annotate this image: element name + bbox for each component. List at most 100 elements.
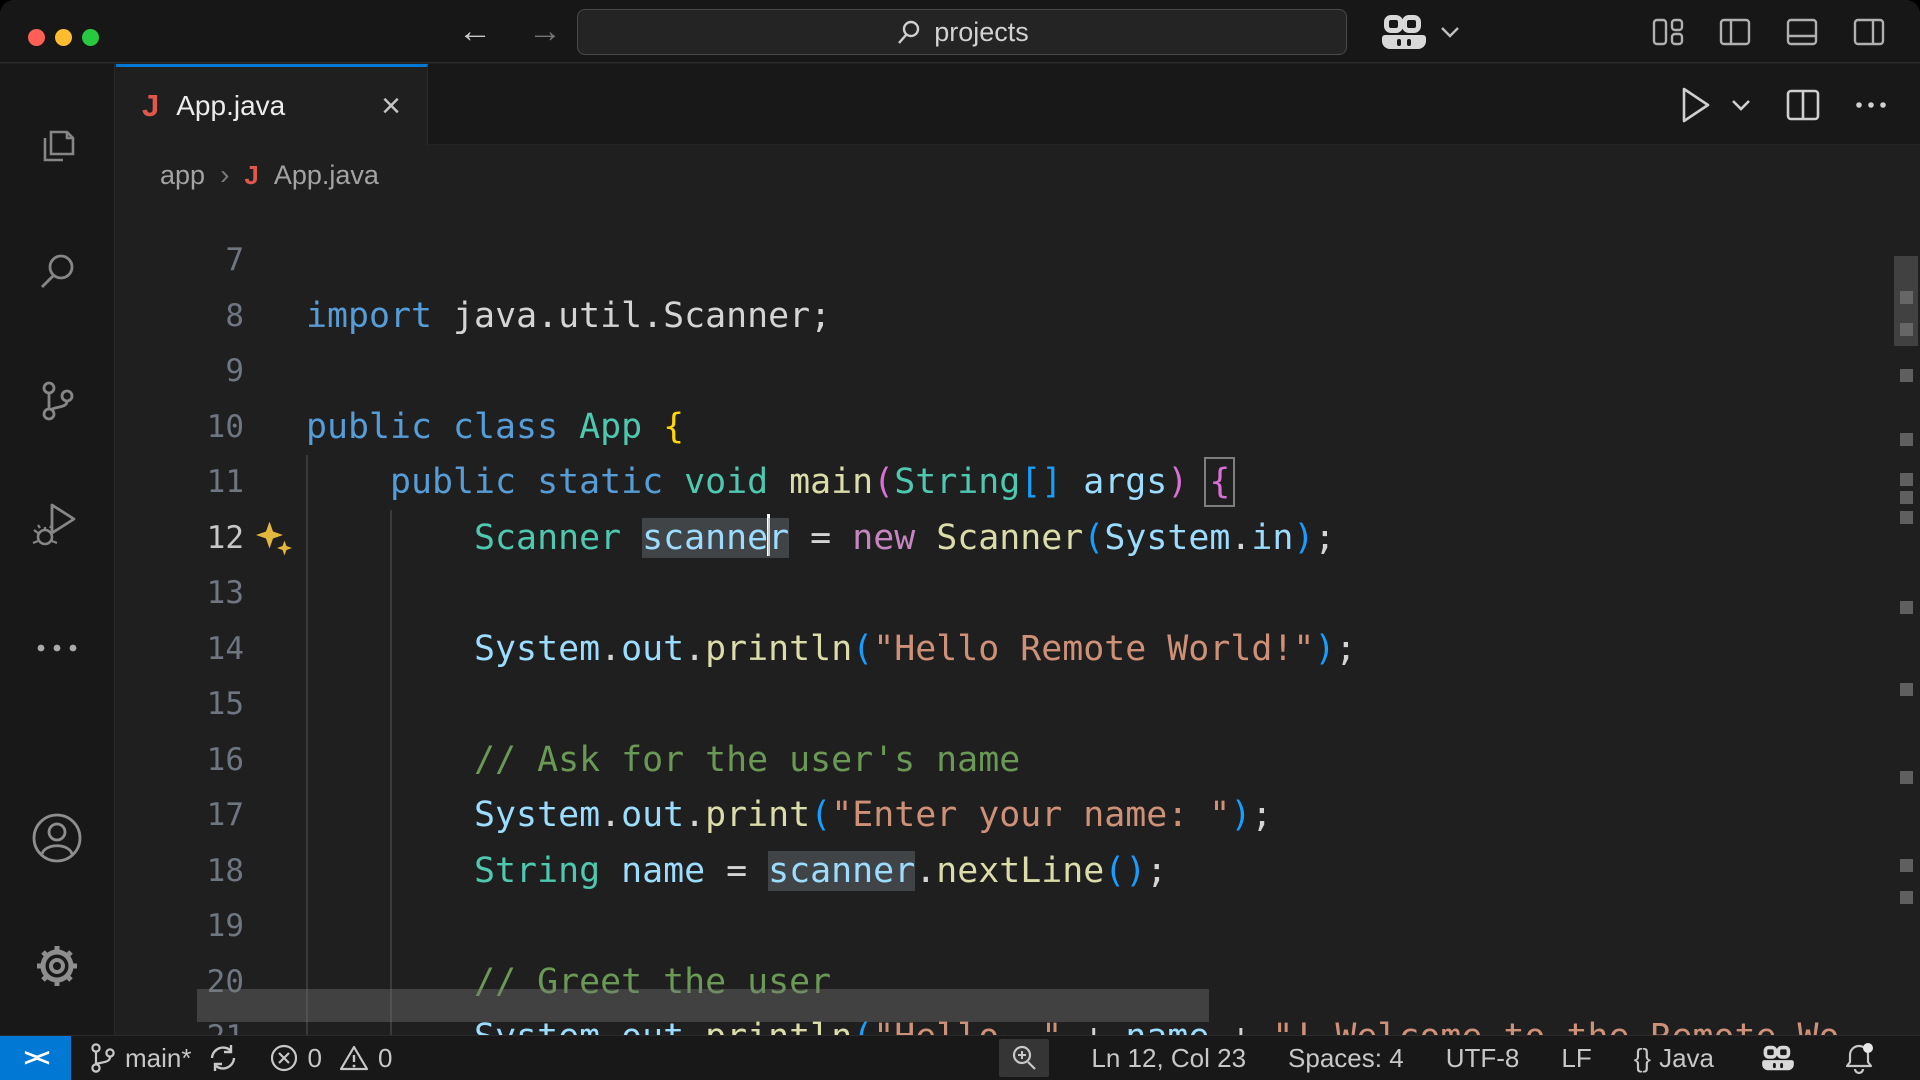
line-number[interactable]: 16 — [116, 733, 244, 789]
remote-indicator[interactable]: >< — [0, 1036, 71, 1080]
overview-ruler-mark — [1900, 433, 1913, 446]
java-file-icon: J — [142, 88, 159, 124]
line-number[interactable]: 14 — [116, 622, 244, 678]
source-control-icon[interactable] — [31, 374, 83, 426]
split-editor-icon[interactable] — [1784, 86, 1822, 124]
code-text: String name = scanner.nextLine(); — [306, 844, 1167, 900]
code-line[interactable]: 19 — [116, 899, 1920, 955]
code-line[interactable]: 18 String name = scanner.nextLine(); — [116, 844, 1920, 900]
breadcrumb-folder[interactable]: app — [160, 160, 205, 191]
code-line[interactable]: 14 System.out.println("Hello Remote Worl… — [116, 622, 1920, 678]
problems-status[interactable]: 0 0 — [269, 1043, 392, 1074]
overview-ruler-mark — [1900, 369, 1913, 382]
language-label: Java — [1659, 1043, 1714, 1074]
copilot-menu[interactable] — [1382, 15, 1460, 49]
language-status[interactable]: {} Java — [1634, 1043, 1714, 1074]
branch-label: main* — [125, 1043, 191, 1074]
code-text: public class App { — [306, 400, 684, 456]
cursor-position[interactable]: Ln 12, Col 23 — [1091, 1043, 1246, 1074]
close-window-button[interactable] — [28, 29, 45, 46]
line-number[interactable]: 17 — [116, 788, 244, 844]
code-line[interactable]: 16 // Ask for the user's name — [116, 733, 1920, 789]
code-line[interactable]: 7 — [116, 233, 1920, 289]
code-text: System.out.println("Hello Remote World!"… — [306, 622, 1356, 678]
line-number[interactable]: 11 — [116, 455, 244, 511]
warning-icon — [338, 1043, 370, 1073]
copilot-status-icon[interactable] — [1762, 1046, 1794, 1070]
breadcrumb-file[interactable]: App.java — [274, 160, 379, 191]
indentation-status[interactable]: Spaces: 4 — [1288, 1043, 1404, 1074]
search-sidebar-icon[interactable] — [31, 246, 83, 298]
code-text: System.out.print("Enter your name: "); — [306, 788, 1272, 844]
run-dropdown-chevron-icon[interactable] — [1730, 98, 1752, 112]
line-number[interactable]: 10 — [116, 400, 244, 456]
zoom-status[interactable] — [999, 1039, 1049, 1077]
sync-icon[interactable] — [207, 1042, 239, 1074]
copilot-icon — [1382, 15, 1426, 49]
warning-count: 0 — [378, 1043, 392, 1074]
explorer-icon[interactable] — [31, 120, 83, 172]
horizontal-scrollbar[interactable] — [197, 989, 1209, 1022]
code-line[interactable]: 13 — [116, 566, 1920, 622]
editor-actions — [1678, 64, 1920, 145]
accounts-icon[interactable] — [29, 810, 85, 866]
back-arrow-icon[interactable]: ← — [458, 12, 492, 50]
branch-status[interactable]: main* — [87, 1041, 191, 1075]
git-branch-icon — [87, 1041, 117, 1075]
copilot-sparkle-icon[interactable] — [256, 520, 296, 560]
tab-app-java[interactable]: J App.java × — [116, 64, 428, 145]
settings-gear-icon[interactable] — [29, 938, 85, 994]
code-lines: 78 import java.util.Scanner; 910 public cla… — [116, 206, 1920, 1035]
search-icon — [895, 19, 922, 46]
customize-layout-icon[interactable] — [1649, 13, 1687, 51]
line-number[interactable]: 12 — [116, 511, 244, 567]
activity-bar — [0, 64, 115, 1035]
close-tab-icon[interactable]: × — [381, 91, 401, 121]
code-line[interactable]: 17 System.out.print("Enter your name: ")… — [116, 788, 1920, 844]
line-number[interactable]: 9 — [116, 344, 244, 400]
code-line[interactable]: 11 public static void main(String[] args… — [116, 455, 1920, 511]
more-views-icon[interactable] — [31, 641, 83, 655]
overview-ruler-mark — [1900, 491, 1913, 504]
overview-ruler-mark — [1900, 891, 1913, 904]
toggle-panel-icon[interactable] — [1783, 13, 1821, 51]
toggle-secondary-sidebar-icon[interactable] — [1850, 13, 1888, 51]
line-number[interactable]: 13 — [116, 566, 244, 622]
line-number[interactable]: 8 — [116, 289, 244, 345]
zoom-window-button[interactable] — [82, 29, 99, 46]
eol-status[interactable]: LF — [1561, 1043, 1591, 1074]
run-icon[interactable] — [1678, 85, 1712, 125]
code-line[interactable]: 12 Scanner scanner = new Scanner(System.… — [116, 511, 1920, 567]
toggle-primary-sidebar-icon[interactable] — [1716, 13, 1754, 51]
overview-ruler-mark — [1900, 511, 1913, 524]
line-number[interactable]: 7 — [116, 233, 244, 289]
overview-ruler-mark — [1900, 291, 1913, 304]
command-center-search[interactable]: projects — [577, 9, 1347, 55]
breadcrumb: app › J App.java — [116, 145, 1920, 205]
notifications-bell-icon[interactable] — [1842, 1041, 1876, 1075]
line-number[interactable]: 15 — [116, 677, 244, 733]
code-text: import java.util.Scanner; — [306, 289, 831, 345]
overview-ruler-mark — [1900, 771, 1913, 784]
forward-arrow-icon[interactable]: → — [528, 12, 562, 50]
overview-ruler-mark — [1900, 473, 1913, 486]
more-actions-icon[interactable] — [1854, 100, 1888, 110]
title-bar: ← → projects — [0, 0, 1920, 63]
code-line[interactable]: 8 import java.util.Scanner; — [116, 289, 1920, 345]
java-file-icon: J — [244, 160, 258, 191]
line-number[interactable]: 18 — [116, 844, 244, 900]
tab-bar: J App.java × — [116, 64, 1920, 145]
minimize-window-button[interactable] — [55, 29, 72, 46]
breadcrumb-separator: › — [220, 159, 229, 191]
code-line[interactable]: 10 public class App { — [116, 400, 1920, 456]
error-icon — [269, 1043, 299, 1073]
line-number[interactable]: 19 — [116, 899, 244, 955]
code-line[interactable]: 9 — [116, 344, 1920, 400]
encoding-status[interactable]: UTF-8 — [1446, 1043, 1520, 1074]
code-line[interactable]: 15 — [116, 677, 1920, 733]
code-editor[interactable]: 78 import java.util.Scanner; 910 public cla… — [116, 206, 1920, 1035]
run-and-debug-icon[interactable] — [30, 497, 84, 551]
zoom-in-icon — [1009, 1043, 1039, 1073]
status-bar: >< main* — [0, 1035, 1920, 1080]
overview-ruler-mark — [1900, 859, 1913, 872]
